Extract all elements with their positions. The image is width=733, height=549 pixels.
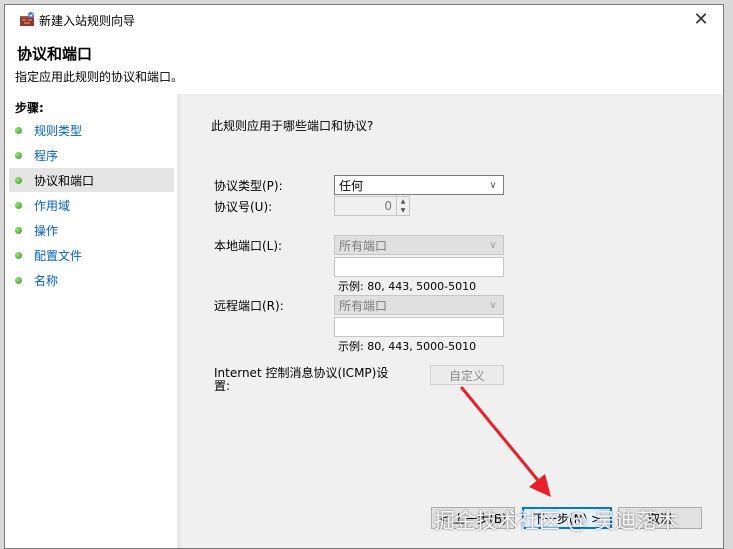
watermark: 掘金技术社区 @ 吴迪落木 xyxy=(434,509,679,533)
annotation-arrow xyxy=(460,386,551,497)
